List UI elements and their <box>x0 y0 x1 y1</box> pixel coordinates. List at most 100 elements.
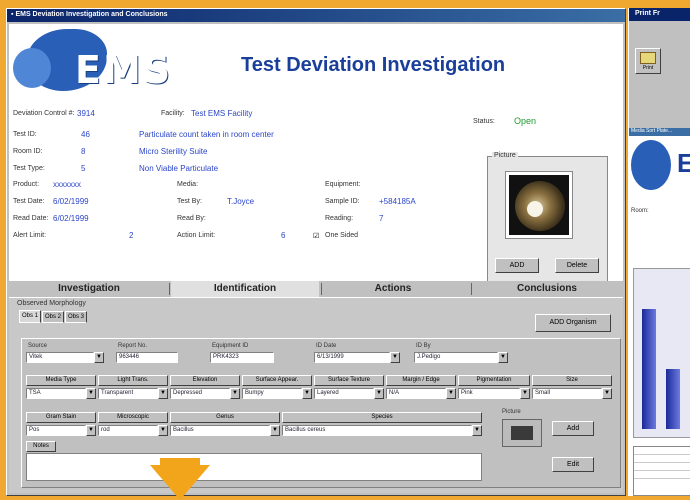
chevron-down-icon[interactable]: ▼ <box>86 425 96 436</box>
sampleid-label: Sample ID: <box>325 198 360 205</box>
testby-value[interactable]: T.Joyce <box>227 197 254 206</box>
chevron-down-icon[interactable]: ▼ <box>390 352 400 363</box>
app-header: EMS Test Deviation Investigation <box>9 24 623 106</box>
surface-appear-field[interactable]: Bumpy <box>242 388 302 399</box>
chevron-down-icon[interactable]: ▼ <box>498 352 508 363</box>
light-trans-field[interactable]: Transparent <box>98 388 158 399</box>
margin-edge-field[interactable]: N/A <box>386 388 446 399</box>
background-report-title: Media Sort Plate... <box>629 128 690 136</box>
equipment-field[interactable]: PRK4323 <box>210 352 274 363</box>
room-desc: Micro Sterility Suite <box>139 147 208 156</box>
logo-blob <box>631 140 671 190</box>
identification-grid: Source Vitek ▼ Report No. 963446 Equipme… <box>21 338 621 488</box>
window-titlebar[interactable]: ▪ EMS Deviation Investigation and Conclu… <box>7 9 625 22</box>
surface-texture-field[interactable]: Layered <box>314 388 374 399</box>
margin-edge-header: Margin / Edge <box>386 375 456 386</box>
gram-stain-header: Gram Stain <box>26 412 96 423</box>
tab-obs-1[interactable]: Obs 1 <box>19 310 41 323</box>
testdate-value[interactable]: 6/02/1999 <box>53 197 89 206</box>
action-value[interactable]: 6 <box>281 231 285 240</box>
chevron-down-icon[interactable]: ▼ <box>446 388 456 399</box>
control-label: Deviation Control #: <box>13 110 75 117</box>
testtype-value[interactable]: 5 <box>81 164 85 173</box>
sampleid-value[interactable]: +584185A <box>379 197 416 206</box>
control-value[interactable]: 3914 <box>77 109 95 118</box>
product-value[interactable]: xxxxxxx <box>53 180 81 189</box>
tab-investigation[interactable]: Investigation <box>19 281 159 297</box>
chevron-down-icon[interactable]: ▼ <box>520 388 530 399</box>
tab-actions[interactable]: Actions <box>323 281 463 297</box>
facility-label: Facility: <box>161 110 185 117</box>
background-window-title[interactable]: Print Fr <box>629 8 690 21</box>
media-type-field[interactable]: TSA <box>26 388 86 399</box>
microscopic-field[interactable]: rod <box>98 425 158 436</box>
reading-value[interactable]: 7 <box>379 214 383 223</box>
onesided-checkbox[interactable]: ☑ <box>313 232 319 240</box>
status-label: Status: <box>473 118 495 125</box>
readby-label: Read By: <box>177 215 206 222</box>
testid-value[interactable]: 46 <box>81 130 90 139</box>
chevron-down-icon[interactable]: ▼ <box>94 352 104 363</box>
id-picture-add-button[interactable]: Add <box>552 421 594 436</box>
chevron-down-icon[interactable]: ▼ <box>602 388 612 399</box>
testtype-desc: Non Viable Particulate <box>139 164 219 173</box>
species-field[interactable]: Bacillus cereus <box>282 425 472 436</box>
chevron-down-icon[interactable]: ▼ <box>270 425 280 436</box>
tab-identification[interactable]: Identification <box>171 281 319 297</box>
chevron-down-icon[interactable]: ▼ <box>158 425 168 436</box>
main-tabs: Investigation Identification Actions Con… <box>9 281 623 297</box>
microscopic-header: Microscopic <box>98 412 168 423</box>
chevron-down-icon[interactable]: ▼ <box>86 388 96 399</box>
id-picture-thumbnail <box>502 419 542 447</box>
genus-field[interactable]: Bacillus <box>170 425 270 436</box>
chevron-down-icon[interactable]: ▼ <box>230 388 240 399</box>
background-chart <box>633 268 690 438</box>
picture-delete-button[interactable]: Delete <box>555 258 599 273</box>
testid-label: Test ID: <box>13 131 37 138</box>
morphology-label: Observed Morphology <box>17 300 86 307</box>
size-field[interactable]: Small <box>532 388 602 399</box>
grid-row <box>634 447 690 455</box>
gram-stain-field[interactable]: Pos <box>26 425 86 436</box>
tab-obs-3[interactable]: Obs 3 <box>65 311 87 323</box>
readdate-value[interactable]: 6/02/1999 <box>53 214 89 223</box>
add-organism-button[interactable]: ADD Organism <box>535 314 611 332</box>
print-toolbar-button[interactable]: Print <box>635 48 661 74</box>
facility-value[interactable]: Test EMS Facility <box>191 109 252 118</box>
notes-field[interactable] <box>26 453 482 481</box>
specimen-photo <box>505 171 573 239</box>
genus-header: Genus <box>170 412 280 423</box>
id-picture-edit-button[interactable]: Edit <box>552 457 594 472</box>
print-label: Print <box>642 65 654 71</box>
testid-desc: Particulate count taken in room center <box>139 130 274 139</box>
onesided-label: One Sided <box>325 232 359 239</box>
page-title: Test Deviation Investigation <box>241 54 506 76</box>
idby-header: ID By <box>416 343 431 349</box>
alert-value[interactable]: 2 <box>129 231 133 240</box>
main-window: ▪ EMS Deviation Investigation and Conclu… <box>6 8 626 496</box>
tab-conclusions[interactable]: Conclusions <box>473 281 621 297</box>
reading-label: Reading: <box>325 215 354 222</box>
alert-label: Alert Limit: <box>13 232 47 239</box>
background-report: Media Sort Plate... E Room: <box>629 128 690 496</box>
notes-label: Notes <box>26 441 56 452</box>
source-field[interactable]: Vitek <box>26 352 94 363</box>
chevron-down-icon[interactable]: ▼ <box>302 388 312 399</box>
elevation-field[interactable]: Depressed <box>170 388 230 399</box>
chevron-down-icon[interactable]: ▼ <box>472 425 482 436</box>
grid-row <box>634 455 690 463</box>
tab-obs-2[interactable]: Obs 2 <box>42 311 64 323</box>
chart-bar <box>666 369 680 429</box>
chevron-down-icon[interactable]: ▼ <box>374 388 384 399</box>
idby-field[interactable]: J.Pedigo <box>414 352 498 363</box>
room-value[interactable]: 8 <box>81 147 85 156</box>
testdate-label: Test Date: <box>13 198 45 205</box>
pigmentation-field[interactable]: Pink <box>458 388 520 399</box>
testtype-label: Test Type: <box>13 165 45 172</box>
equipment-label: Equipment: <box>325 181 361 188</box>
picture-add-button[interactable]: ADD <box>495 258 539 273</box>
report-field[interactable]: 963446 <box>116 352 178 363</box>
chart-bar <box>642 309 656 429</box>
chevron-down-icon[interactable]: ▼ <box>158 388 168 399</box>
iddate-field[interactable]: 6/13/1999 <box>314 352 390 363</box>
